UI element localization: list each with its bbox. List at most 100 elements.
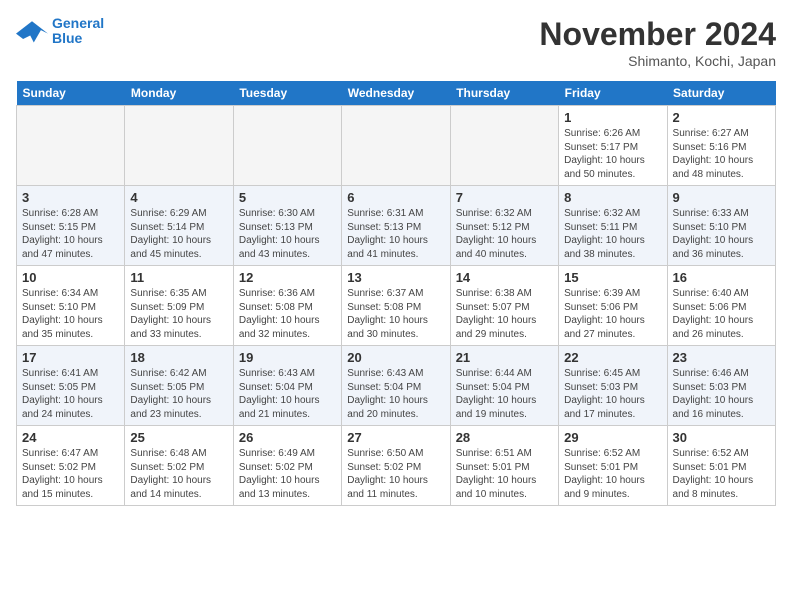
day-detail: Sunrise: 6:30 AM Sunset: 5:13 PM Dayligh… xyxy=(239,207,336,261)
calendar-cell xyxy=(233,106,341,186)
weekday-header-saturday: Saturday xyxy=(667,81,775,106)
calendar-week-1: 1 Sunrise: 6:26 AM Sunset: 5:17 PM Daylig… xyxy=(17,106,776,186)
day-detail: Sunrise: 6:27 AM Sunset: 5:16 PM Dayligh… xyxy=(673,127,770,181)
day-detail: Sunrise: 6:52 AM Sunset: 5:01 PM Dayligh… xyxy=(673,447,770,501)
day-number: 13 xyxy=(347,270,444,285)
title-block: November 2024 Shimanto, Kochi, Japan xyxy=(539,16,776,69)
calendar-cell: 23Sunrise: 6:46 AM Sunset: 5:03 PM Dayli… xyxy=(667,346,775,426)
day-number: 12 xyxy=(239,270,336,285)
calendar-cell xyxy=(450,106,558,186)
day-number: 10 xyxy=(22,270,119,285)
day-number: 4 xyxy=(130,190,227,205)
logo-line1: General xyxy=(52,15,104,31)
calendar-cell: 3 Sunrise: 6:28 AM Sunset: 5:15 PM Daylig… xyxy=(17,186,125,266)
day-number: 9 xyxy=(673,190,770,205)
day-number: 20 xyxy=(347,350,444,365)
day-detail: Sunrise: 6:51 AM Sunset: 5:01 PM Dayligh… xyxy=(456,447,553,501)
day-number: 30 xyxy=(673,430,770,445)
day-number: 25 xyxy=(130,430,227,445)
day-number: 5 xyxy=(239,190,336,205)
day-detail: Sunrise: 6:40 AM Sunset: 5:06 PM Dayligh… xyxy=(673,287,770,341)
calendar-cell: 22Sunrise: 6:45 AM Sunset: 5:03 PM Dayli… xyxy=(559,346,667,426)
calendar-week-2: 3 Sunrise: 6:28 AM Sunset: 5:15 PM Daylig… xyxy=(17,186,776,266)
day-number: 16 xyxy=(673,270,770,285)
day-detail: Sunrise: 6:33 AM Sunset: 5:10 PM Dayligh… xyxy=(673,207,770,261)
day-number: 24 xyxy=(22,430,119,445)
logo: General Blue xyxy=(16,16,104,47)
day-detail: Sunrise: 6:28 AM Sunset: 5:15 PM Dayligh… xyxy=(22,207,119,261)
weekday-header-monday: Monday xyxy=(125,81,233,106)
day-number: 19 xyxy=(239,350,336,365)
day-number: 27 xyxy=(347,430,444,445)
day-number: 28 xyxy=(456,430,553,445)
day-detail: Sunrise: 6:50 AM Sunset: 5:02 PM Dayligh… xyxy=(347,447,444,501)
day-detail: Sunrise: 6:31 AM Sunset: 5:13 PM Dayligh… xyxy=(347,207,444,261)
calendar-cell: 12 Sunrise: 6:36 AM Sunset: 5:08 PM Dayli… xyxy=(233,266,341,346)
day-number: 26 xyxy=(239,430,336,445)
day-number: 1 xyxy=(564,110,661,125)
day-detail: Sunrise: 6:42 AM Sunset: 5:05 PM Dayligh… xyxy=(130,367,227,421)
day-detail: Sunrise: 6:49 AM Sunset: 5:02 PM Dayligh… xyxy=(239,447,336,501)
day-detail: Sunrise: 6:32 AM Sunset: 5:12 PM Dayligh… xyxy=(456,207,553,261)
calendar-cell: 28 Sunrise: 6:51 AM Sunset: 5:01 PM Dayli… xyxy=(450,426,558,506)
calendar-cell: 11 Sunrise: 6:35 AM Sunset: 5:09 PM Dayli… xyxy=(125,266,233,346)
logo-line2: Blue xyxy=(52,30,82,46)
day-number: 2 xyxy=(673,110,770,125)
calendar-cell: 6Sunrise: 6:31 AM Sunset: 5:13 PM Daylig… xyxy=(342,186,450,266)
day-number: 23 xyxy=(673,350,770,365)
location: Shimanto, Kochi, Japan xyxy=(539,53,776,69)
month-title: November 2024 xyxy=(539,16,776,53)
calendar-cell: 2 Sunrise: 6:27 AM Sunset: 5:16 PM Daylig… xyxy=(667,106,775,186)
day-detail: Sunrise: 6:41 AM Sunset: 5:05 PM Dayligh… xyxy=(22,367,119,421)
calendar-table: SundayMondayTuesdayWednesdayThursdayFrid… xyxy=(16,81,776,506)
calendar-cell: 19 Sunrise: 6:43 AM Sunset: 5:04 PM Dayli… xyxy=(233,346,341,426)
day-detail: Sunrise: 6:26 AM Sunset: 5:17 PM Dayligh… xyxy=(564,127,661,181)
day-detail: Sunrise: 6:36 AM Sunset: 5:08 PM Dayligh… xyxy=(239,287,336,341)
day-number: 29 xyxy=(564,430,661,445)
day-detail: Sunrise: 6:45 AM Sunset: 5:03 PM Dayligh… xyxy=(564,367,661,421)
calendar-cell: 20 Sunrise: 6:43 AM Sunset: 5:04 PM Dayli… xyxy=(342,346,450,426)
day-number: 17 xyxy=(22,350,119,365)
day-detail: Sunrise: 6:43 AM Sunset: 5:04 PM Dayligh… xyxy=(239,367,336,421)
calendar-cell: 26 Sunrise: 6:49 AM Sunset: 5:02 PM Dayli… xyxy=(233,426,341,506)
calendar-cell: 10 Sunrise: 6:34 AM Sunset: 5:10 PM Dayli… xyxy=(17,266,125,346)
day-detail: Sunrise: 6:52 AM Sunset: 5:01 PM Dayligh… xyxy=(564,447,661,501)
day-detail: Sunrise: 6:34 AM Sunset: 5:10 PM Dayligh… xyxy=(22,287,119,341)
calendar-week-3: 10 Sunrise: 6:34 AM Sunset: 5:10 PM Dayli… xyxy=(17,266,776,346)
weekday-header-friday: Friday xyxy=(559,81,667,106)
day-detail: Sunrise: 6:35 AM Sunset: 5:09 PM Dayligh… xyxy=(130,287,227,341)
weekday-header-tuesday: Tuesday xyxy=(233,81,341,106)
day-number: 21 xyxy=(456,350,553,365)
day-detail: Sunrise: 6:47 AM Sunset: 5:02 PM Dayligh… xyxy=(22,447,119,501)
day-detail: Sunrise: 6:37 AM Sunset: 5:08 PM Dayligh… xyxy=(347,287,444,341)
calendar-cell: 4Sunrise: 6:29 AM Sunset: 5:14 PM Daylig… xyxy=(125,186,233,266)
day-detail: Sunrise: 6:39 AM Sunset: 5:06 PM Dayligh… xyxy=(564,287,661,341)
day-number: 14 xyxy=(456,270,553,285)
calendar-cell: 8 Sunrise: 6:32 AM Sunset: 5:11 PM Daylig… xyxy=(559,186,667,266)
calendar-cell: 29 Sunrise: 6:52 AM Sunset: 5:01 PM Dayli… xyxy=(559,426,667,506)
day-number: 11 xyxy=(130,270,227,285)
calendar-cell: 15Sunrise: 6:39 AM Sunset: 5:06 PM Dayli… xyxy=(559,266,667,346)
calendar-cell: 17 Sunrise: 6:41 AM Sunset: 5:05 PM Dayli… xyxy=(17,346,125,426)
calendar-cell: 25Sunrise: 6:48 AM Sunset: 5:02 PM Dayli… xyxy=(125,426,233,506)
day-number: 7 xyxy=(456,190,553,205)
calendar-cell: 24 Sunrise: 6:47 AM Sunset: 5:02 PM Dayli… xyxy=(17,426,125,506)
logo-bird-icon xyxy=(16,17,48,45)
calendar-cell: 5 Sunrise: 6:30 AM Sunset: 5:13 PM Daylig… xyxy=(233,186,341,266)
day-detail: Sunrise: 6:43 AM Sunset: 5:04 PM Dayligh… xyxy=(347,367,444,421)
calendar-cell: 13 Sunrise: 6:37 AM Sunset: 5:08 PM Dayli… xyxy=(342,266,450,346)
calendar-week-4: 17 Sunrise: 6:41 AM Sunset: 5:05 PM Dayli… xyxy=(17,346,776,426)
calendar-cell: 16 Sunrise: 6:40 AM Sunset: 5:06 PM Dayli… xyxy=(667,266,775,346)
calendar-cell: 7 Sunrise: 6:32 AM Sunset: 5:12 PM Daylig… xyxy=(450,186,558,266)
calendar-cell xyxy=(125,106,233,186)
day-number: 3 xyxy=(22,190,119,205)
calendar-cell: 30 Sunrise: 6:52 AM Sunset: 5:01 PM Dayli… xyxy=(667,426,775,506)
day-detail: Sunrise: 6:32 AM Sunset: 5:11 PM Dayligh… xyxy=(564,207,661,261)
calendar-cell xyxy=(17,106,125,186)
weekday-header-thursday: Thursday xyxy=(450,81,558,106)
calendar-cell: 27 Sunrise: 6:50 AM Sunset: 5:02 PM Dayli… xyxy=(342,426,450,506)
weekday-header-sunday: Sunday xyxy=(17,81,125,106)
calendar-cell: 18 Sunrise: 6:42 AM Sunset: 5:05 PM Dayli… xyxy=(125,346,233,426)
day-number: 18 xyxy=(130,350,227,365)
day-number: 8 xyxy=(564,190,661,205)
